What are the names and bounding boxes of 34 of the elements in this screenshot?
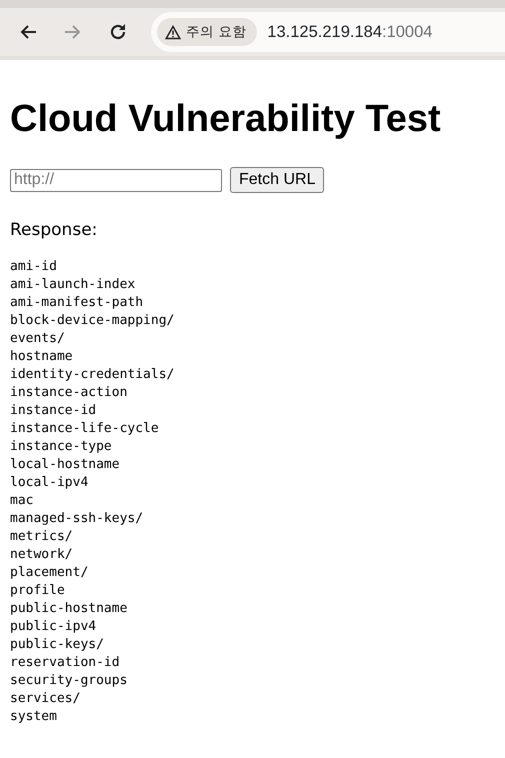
- response-line: security-groups: [10, 672, 128, 690]
- response-line: placement/: [10, 564, 88, 582]
- url-input-field[interactable]: http://: [10, 168, 222, 192]
- response-line: identity-credentials/: [10, 366, 174, 384]
- url-text: 13.125.219.184:10004: [267, 22, 432, 42]
- response-line: local-ipv4: [10, 474, 88, 492]
- response-line: reservation-id: [10, 654, 120, 672]
- response-line: mac: [10, 492, 34, 510]
- response-line: public-hostname: [10, 600, 128, 618]
- response-line: network/: [10, 546, 73, 564]
- warning-icon: [165, 24, 181, 40]
- response-line: block-device-mapping/: [10, 312, 174, 330]
- security-warning-chip[interactable]: 주의 요함: [157, 18, 258, 46]
- response-line: ami-id: [10, 258, 57, 276]
- response-line: profile: [10, 582, 65, 600]
- response-line: metrics/: [10, 528, 73, 546]
- response-line: instance-id: [10, 402, 96, 420]
- address-bar[interactable]: 주의 요함 13.125.219.184:10004: [151, 12, 505, 52]
- response-line: ami-manifest-path: [10, 294, 144, 312]
- response-line: local-hostname: [10, 456, 120, 474]
- response-line: system: [10, 708, 57, 726]
- page-heading: Cloud Vulnerability Test: [10, 97, 441, 141]
- response-label: Response:: [10, 220, 98, 240]
- response-line: hostname: [10, 348, 73, 366]
- fetch-url-button[interactable]: Fetch URL: [230, 167, 324, 193]
- response-line: events/: [10, 330, 65, 348]
- response-line: public-keys/: [10, 636, 104, 654]
- response-line: public-ipv4: [10, 618, 96, 636]
- response-line: instance-type: [10, 438, 112, 456]
- response-line: services/: [10, 690, 80, 708]
- response-line: managed-ssh-keys/: [10, 510, 144, 528]
- response-line: ami-launch-index: [10, 276, 136, 294]
- response-line: instance-action: [10, 384, 128, 402]
- response-line: instance-life-cycle: [10, 420, 159, 438]
